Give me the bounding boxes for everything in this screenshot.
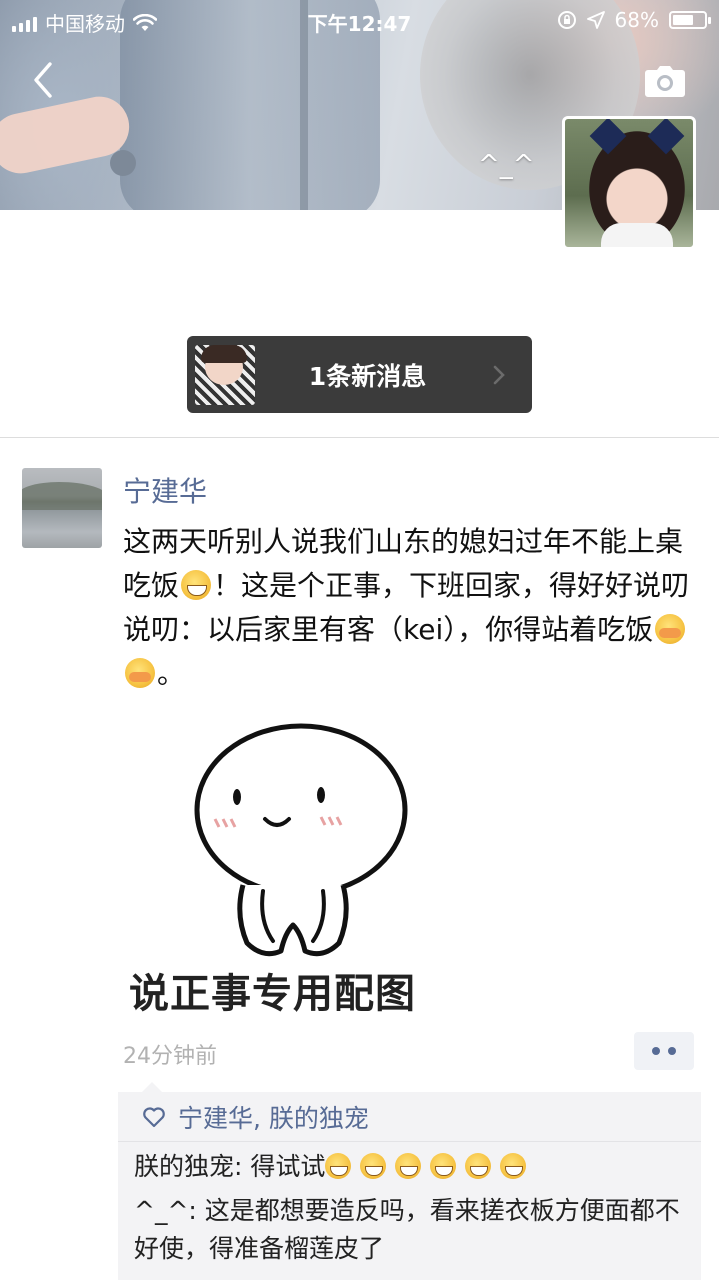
meme-caption: 说正事专用配图 (129, 971, 416, 1015)
post-image[interactable]: 说正事专用配图 (125, 715, 465, 1015)
grin-emoji-icon (360, 1153, 387, 1179)
likes-row: 宁建华, 朕的独宠 (118, 1092, 701, 1142)
profile-avatar[interactable] (562, 116, 696, 250)
shy-emoji-icon (125, 658, 155, 688)
back-button[interactable] (24, 58, 64, 102)
grin-emoji-icon (325, 1153, 352, 1179)
avatar-shirt-shape (601, 223, 673, 247)
battery-percent: 68% (614, 8, 659, 32)
comment-text: 这是都想要造反吗，看来搓衣板方便面都不好使，得准备榴莲皮了 (134, 1196, 680, 1263)
shy-emoji-icon (655, 614, 686, 644)
back-chevron-icon (34, 62, 52, 98)
comment-text: 得试试 (250, 1152, 326, 1181)
comment-separator: : (234, 1152, 251, 1181)
grin-emoji-icon (500, 1153, 527, 1179)
comment-item[interactable]: ^_^: 这是都想要造反吗，看来搓衣板方便面都不好使，得准备榴莲皮了 (134, 1192, 694, 1268)
post-time: 24分钟前 (123, 1044, 217, 1069)
post-author-name[interactable]: 宁建华 (123, 470, 207, 510)
post-author-avatar[interactable] (22, 468, 102, 548)
chevron-right-icon (493, 365, 505, 384)
grin-emoji-icon (465, 1153, 492, 1179)
meme-character-drawing (194, 723, 408, 957)
grin-emoji-icon (430, 1153, 457, 1179)
likes-names[interactable]: 宁建华, 朕的独宠 (178, 1099, 369, 1135)
comment-separator: : (188, 1196, 205, 1225)
location-arrow-icon (586, 11, 605, 29)
more-dots-icon (668, 1047, 676, 1055)
cover-caption: ^_^ (478, 150, 535, 180)
comment-author[interactable]: 朕的独宠 (134, 1152, 234, 1181)
status-right: 68% (557, 8, 711, 32)
battery-icon (669, 11, 711, 29)
camera-button[interactable] (644, 64, 686, 98)
more-dots-icon (652, 1047, 660, 1055)
post-text: 这两天听别人说我们山东的媳妇过年不能上桌吃饭 ！这是个正事，下班回家，得好好说叨说… (123, 520, 693, 696)
heart-icon (143, 1106, 165, 1127)
status-bar: 中国移动 下午12:47 68% (0, 0, 719, 40)
avatar-hill-shape (22, 482, 102, 510)
new-message-avatar (195, 344, 255, 405)
cover-button-shape (110, 150, 136, 176)
grin-emoji-icon (395, 1153, 422, 1179)
comment-item[interactable]: 朕的独宠: 得试试 (134, 1148, 694, 1186)
cat-ear-right-shape (647, 119, 685, 155)
post-text-part-3: 。 (157, 657, 186, 690)
battery-fill (673, 15, 694, 25)
camera-icon (645, 66, 685, 97)
new-message-label: 1条新消息 (308, 361, 427, 391)
rotation-lock-icon (557, 11, 576, 29)
grin-emoji-icon (181, 570, 212, 600)
divider (0, 437, 719, 438)
new-message-button[interactable]: 1条新消息 (187, 336, 532, 413)
comment-author[interactable]: ^_^ (134, 1196, 188, 1225)
cat-ear-left-shape (589, 119, 627, 155)
more-actions-button[interactable] (634, 1032, 694, 1070)
